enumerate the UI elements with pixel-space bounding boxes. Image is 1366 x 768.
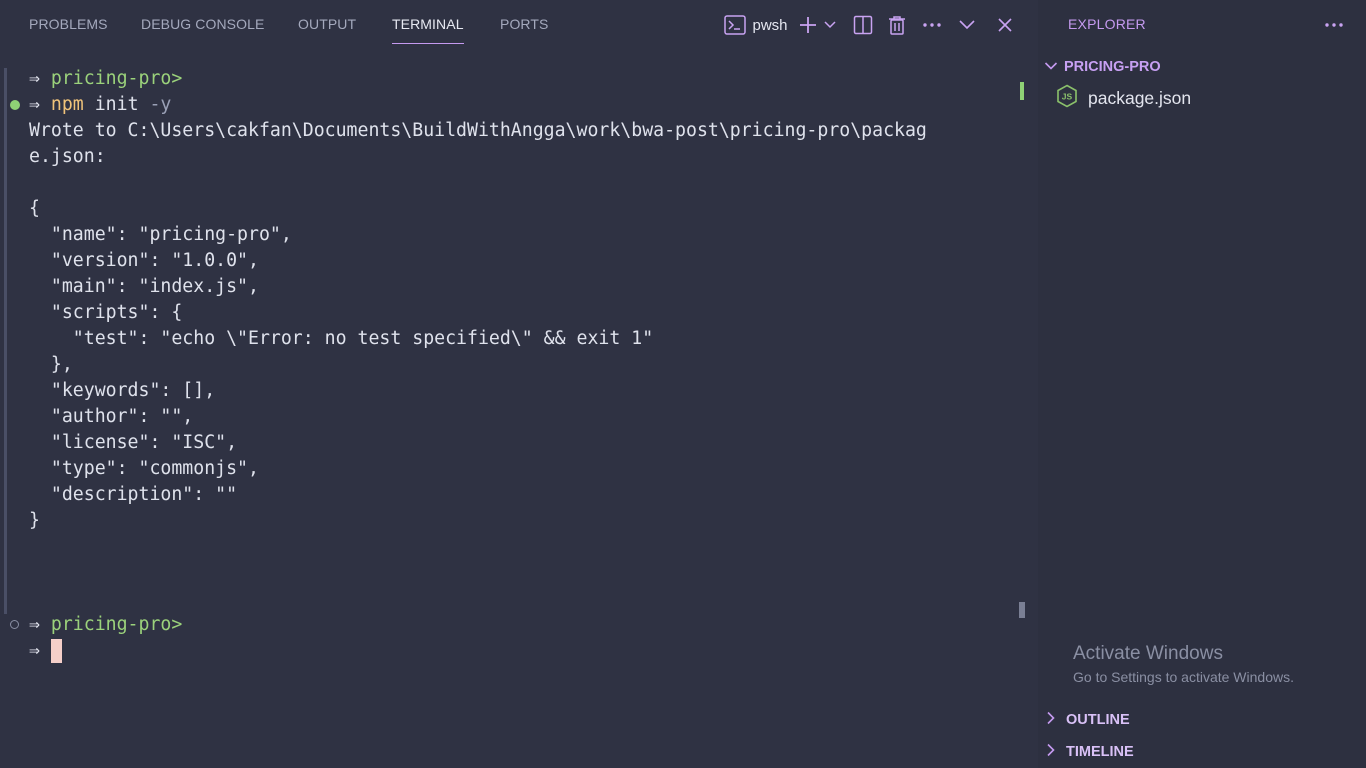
output-line: Wrote to C:\Users\cakfan\Documents\Build… xyxy=(29,120,927,141)
watermark-title: Activate Windows xyxy=(1073,643,1223,664)
trash-icon xyxy=(888,15,906,35)
maximize-panel-button[interactable] xyxy=(956,10,978,40)
folder-name: PRICING-PRO xyxy=(1064,59,1161,75)
ellipsis-icon xyxy=(922,22,942,28)
prompt-path: pricing-pro> xyxy=(50,614,183,635)
output-line: "name": "pricing-pro", xyxy=(29,224,292,245)
command-group-bar xyxy=(4,68,7,614)
close-panel-button[interactable] xyxy=(994,10,1016,40)
input-line[interactable]: ⇒ xyxy=(29,638,62,664)
command-args: init xyxy=(83,94,150,115)
scrollbar-success-marker xyxy=(1020,82,1024,100)
tab-output[interactable]: OUTPUT xyxy=(298,16,356,44)
scrollbar-position-marker xyxy=(1019,602,1025,618)
watermark-subtitle: Go to Settings to activate Windows. xyxy=(1073,669,1294,685)
output-line: "main": "index.js", xyxy=(29,276,259,297)
tab-debug-console[interactable]: DEBUG CONSOLE xyxy=(141,16,264,44)
prompt-arrow: ⇒ xyxy=(29,68,40,89)
output-line: "author": "", xyxy=(29,406,194,427)
section-label: TIMELINE xyxy=(1066,744,1134,760)
file-item[interactable]: JS package.json xyxy=(1056,84,1192,113)
command-flag: -y xyxy=(149,94,172,115)
command-pending-dot[interactable] xyxy=(10,620,19,629)
explorer-sidebar: EXPLORER PRICING-PRO JS package.json Act… xyxy=(1038,0,1366,768)
output-line: { xyxy=(29,198,40,219)
command-name: npm xyxy=(50,94,84,115)
section-outline[interactable]: OUTLINE xyxy=(1046,709,1130,731)
command-line: ⇒ npm init -y xyxy=(29,92,171,118)
more-actions-button[interactable] xyxy=(920,10,944,40)
shell-name: pwsh xyxy=(752,16,788,34)
output-line: e.json: xyxy=(29,146,106,167)
terminal-content[interactable]: ⇒ pricing-pro> ⇒ npm init -y Wrote to C:… xyxy=(0,62,1018,768)
plus-icon xyxy=(798,15,818,35)
prompt-line: ⇒ pricing-pro> xyxy=(29,612,182,638)
terminal-panel: PROBLEMS DEBUG CONSOLE OUTPUT TERMINAL P… xyxy=(0,0,1038,768)
prompt-path: pricing-pro> xyxy=(50,68,183,89)
explorer-title: EXPLORER xyxy=(1068,16,1146,32)
prompt-arrow: ⇒ xyxy=(29,640,40,661)
ellipsis-icon xyxy=(1324,15,1344,33)
terminal-scrollbar[interactable] xyxy=(1018,62,1038,768)
kill-terminal-button[interactable] xyxy=(886,10,908,40)
output-line: "description": "" xyxy=(29,484,238,505)
output-line: "version": "1.0.0", xyxy=(29,250,259,271)
output-line: "scripts": { xyxy=(29,302,183,323)
section-label: OUTLINE xyxy=(1066,712,1130,728)
output-line: "test": "echo \"Error: no test specified… xyxy=(29,328,654,349)
terminal-shell-dropdown[interactable]: pwsh xyxy=(720,10,792,40)
activate-windows-watermark: Activate Windows Go to Settings to activ… xyxy=(1073,643,1294,685)
terminal-cursor xyxy=(50,639,62,663)
output-line: "keywords": [], xyxy=(29,380,216,401)
chevron-down-icon xyxy=(1044,58,1058,76)
split-icon xyxy=(853,15,873,35)
new-terminal-button[interactable] xyxy=(796,10,820,40)
chevron-down-icon xyxy=(959,20,975,30)
output-line: "license": "ISC", xyxy=(29,432,238,453)
tab-problems[interactable]: PROBLEMS xyxy=(29,16,108,44)
explorer-more-button[interactable] xyxy=(1322,12,1346,36)
chevron-right-icon xyxy=(1046,711,1056,730)
split-terminal-button[interactable] xyxy=(852,10,874,40)
chevron-down-icon xyxy=(824,21,836,29)
nodejs-icon: JS xyxy=(1056,84,1078,113)
output-line: } xyxy=(29,510,40,531)
launch-profile-button[interactable] xyxy=(822,10,838,40)
section-timeline[interactable]: TIMELINE xyxy=(1046,741,1134,763)
close-icon xyxy=(997,17,1013,33)
chevron-right-icon xyxy=(1046,743,1056,762)
tab-ports[interactable]: PORTS xyxy=(500,16,548,44)
command-success-dot[interactable] xyxy=(10,100,20,110)
terminal-actions: pwsh xyxy=(720,10,1030,40)
terminal-icon xyxy=(724,15,747,35)
output-line: }, xyxy=(29,354,73,375)
prompt-arrow: ⇒ xyxy=(29,614,40,635)
file-name: package.json xyxy=(1088,87,1192,108)
svg-text:JS: JS xyxy=(1062,91,1073,101)
tab-terminal[interactable]: TERMINAL xyxy=(392,16,464,44)
output-line: "type": "commonjs", xyxy=(29,458,259,479)
prompt-arrow: ⇒ xyxy=(29,94,40,115)
folder-row[interactable]: PRICING-PRO xyxy=(1044,56,1161,78)
prompt-line: ⇒ pricing-pro> xyxy=(29,66,182,92)
